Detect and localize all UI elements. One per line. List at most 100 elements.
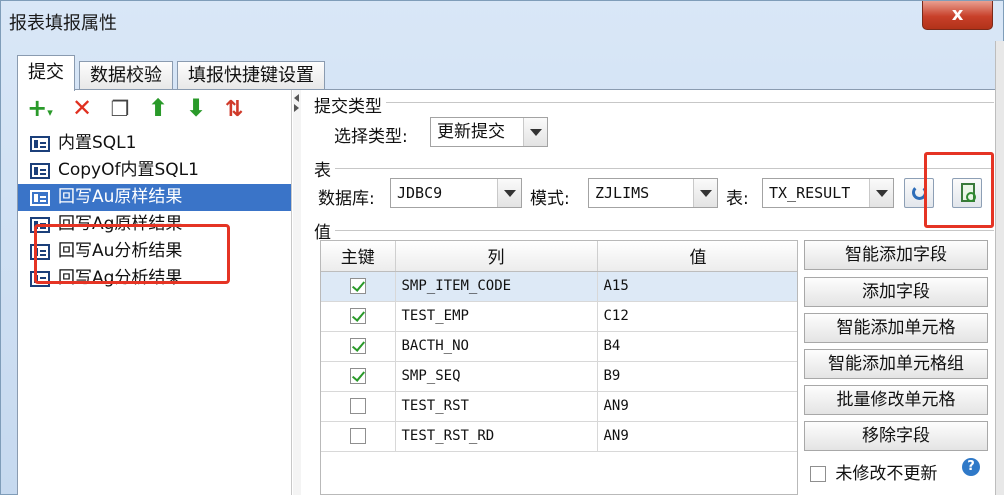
submit-type-value: 更新提交 <box>437 122 505 142</box>
refresh-button[interactable] <box>904 178 934 208</box>
table-row[interactable]: SMP_SEQ B9 <box>321 361 797 392</box>
value-cell[interactable]: B4 <box>597 331 797 362</box>
value-cell[interactable]: A15 <box>597 271 797 302</box>
list-item[interactable]: 回写Ag分析结果 <box>18 265 291 292</box>
list-item[interactable]: CopyOf内置SQL1 <box>18 157 291 184</box>
table-row[interactable]: TEST_RST AN9 <box>321 391 797 422</box>
column-cell[interactable]: SMP_SEQ <box>395 361 598 392</box>
key-cell[interactable] <box>321 331 396 362</box>
list-item[interactable]: 内置SQL1 <box>18 130 291 157</box>
column-cell[interactable]: BACTH_NO <box>395 331 598 362</box>
key-checkbox[interactable] <box>349 278 366 294</box>
tab-shortcut-settings[interactable]: 填报快捷键设置 <box>177 61 325 91</box>
column-cell[interactable]: TEST_EMP <box>395 301 598 332</box>
key-checkbox[interactable] <box>349 308 366 324</box>
submit-type-select[interactable]: 更新提交 <box>430 117 548 147</box>
collapse-left-icon[interactable] <box>294 94 299 102</box>
table-row[interactable]: TEST_EMP C12 <box>321 301 797 332</box>
section-divider <box>314 102 994 103</box>
background-window-edge <box>995 41 1004 495</box>
tab-submit[interactable]: 提交 <box>17 55 75 91</box>
title-bar[interactable]: 报表填报属性 x <box>1 1 1003 41</box>
copy-button[interactable]: ❐ <box>106 94 134 122</box>
key-cell[interactable] <box>321 301 396 332</box>
column-cell[interactable]: TEST_RST_RD <box>395 421 598 452</box>
value-cell[interactable]: B9 <box>597 361 797 392</box>
smart-add-cell-group-button[interactable]: 智能添加单元格组 <box>804 349 988 379</box>
no-update-if-unmodified-option[interactable]: 未修改不更新 <box>810 459 937 484</box>
sql-item-icon <box>30 190 50 206</box>
list-item-label: 内置SQL1 <box>58 133 137 153</box>
list-item-label: 回写Ag分析结果 <box>58 268 183 288</box>
dropdown-caret-icon: ▾ <box>47 106 53 119</box>
column-header-key[interactable]: 主键 <box>321 241 396 272</box>
table-value: TX_RESULT <box>769 184 851 202</box>
list-item[interactable]: 回写Ag原样结果 <box>18 211 291 238</box>
database-value: JDBC9 <box>397 184 443 202</box>
collapse-right-icon[interactable] <box>294 104 299 112</box>
table-row[interactable]: BACTH_NO B4 <box>321 331 797 362</box>
refresh-icon <box>912 185 927 200</box>
add-button[interactable]: +▾ <box>26 94 54 122</box>
sql-item-icon <box>30 136 50 152</box>
preview-table-button[interactable] <box>952 178 982 208</box>
table-select[interactable]: TX_RESULT <box>762 178 894 208</box>
column-header-value[interactable]: 值 <box>597 241 797 272</box>
sort-button[interactable]: ⇅ <box>220 94 248 122</box>
schema-select[interactable]: ZJLIMS <box>588 178 718 208</box>
add-icon: + <box>27 94 48 122</box>
delete-button[interactable]: ✕ <box>68 94 96 122</box>
value-cell[interactable]: AN9 <box>597 391 797 422</box>
chevron-down-icon[interactable] <box>523 118 547 146</box>
section-divider <box>314 168 994 169</box>
help-icon[interactable]: ? <box>962 458 980 476</box>
schema-value: ZJLIMS <box>595 184 650 202</box>
key-checkbox[interactable] <box>349 428 366 444</box>
field-mapping-table: 主键 列 值 SMP_ITEM_CODE A15 TEST_EMP C12 BA… <box>320 240 798 495</box>
submit-type-section-title: 提交类型 <box>314 92 386 117</box>
smart-add-cell-button[interactable]: 智能添加单元格 <box>804 313 988 343</box>
list-item[interactable]: 回写Au分析结果 <box>18 238 291 265</box>
key-cell[interactable] <box>321 361 396 392</box>
submit-tab-panel: +▾ ✕ ❐ ⬆ ⬇ ⇅ 内置SQL1 CopyOf内置SQL1 回写Au原样结… <box>17 89 1000 495</box>
table-row[interactable]: SMP_ITEM_CODE A15 <box>321 271 797 302</box>
dialog-client-area: 提交 数据校验 填报快捷键设置 +▾ ✕ ❐ ⬆ ⬇ ⇅ 内置SQL1 Copy… <box>9 51 1000 495</box>
column-header-column[interactable]: 列 <box>395 241 598 272</box>
value-cell[interactable]: AN9 <box>597 421 797 452</box>
key-cell[interactable] <box>321 421 396 452</box>
list-item-selected[interactable]: 回写Au原样结果 <box>18 184 291 211</box>
document-search-icon <box>961 183 976 202</box>
database-select[interactable]: JDBC9 <box>390 178 522 208</box>
tab-data-validation[interactable]: 数据校验 <box>79 61 173 91</box>
chevron-down-icon[interactable] <box>869 179 893 207</box>
move-up-button[interactable]: ⬆ <box>144 94 172 122</box>
list-item-label: 回写Au原样结果 <box>58 187 183 207</box>
remove-field-button[interactable]: 移除字段 <box>804 421 988 451</box>
move-down-icon: ⬇ <box>185 94 207 122</box>
sql-item-icon <box>30 217 50 233</box>
delete-icon: ✕ <box>71 94 93 122</box>
key-cell[interactable] <box>321 391 396 422</box>
chevron-down-icon[interactable] <box>497 179 521 207</box>
smart-add-field-button[interactable]: 智能添加字段 <box>804 240 988 270</box>
batch-edit-cells-button[interactable]: 批量修改单元格 <box>804 385 988 415</box>
key-checkbox[interactable] <box>349 368 366 384</box>
move-down-button[interactable]: ⬇ <box>182 94 210 122</box>
close-button[interactable]: x <box>922 1 993 30</box>
key-checkbox[interactable] <box>349 338 366 354</box>
submit-list: 内置SQL1 CopyOf内置SQL1 回写Au原样结果 回写Ag原样结果 回写… <box>18 130 291 292</box>
key-checkbox[interactable] <box>349 398 366 414</box>
chevron-down-icon[interactable] <box>693 179 717 207</box>
column-cell[interactable]: SMP_ITEM_CODE <box>395 271 598 302</box>
pane-splitter[interactable] <box>293 90 301 495</box>
add-field-button[interactable]: 添加字段 <box>804 277 988 307</box>
submit-settings-pane: 提交类型 选择类型: 更新提交 表 数据库: JDBC9 模式: ZJLIMS <box>304 90 1000 495</box>
list-item-label: 回写Au分析结果 <box>58 241 183 261</box>
table-row[interactable]: TEST_RST_RD AN9 <box>321 421 797 452</box>
value-cell[interactable]: C12 <box>597 301 797 332</box>
no-update-checkbox[interactable] <box>810 466 826 482</box>
column-cell[interactable]: TEST_RST <box>395 391 598 422</box>
dialog-window: 报表填报属性 x 提交 数据校验 填报快捷键设置 +▾ ✕ ❐ ⬆ ⬇ ⇅ 内置… <box>0 0 1004 495</box>
key-cell[interactable] <box>321 271 396 302</box>
select-type-label: 选择类型: <box>334 127 408 147</box>
